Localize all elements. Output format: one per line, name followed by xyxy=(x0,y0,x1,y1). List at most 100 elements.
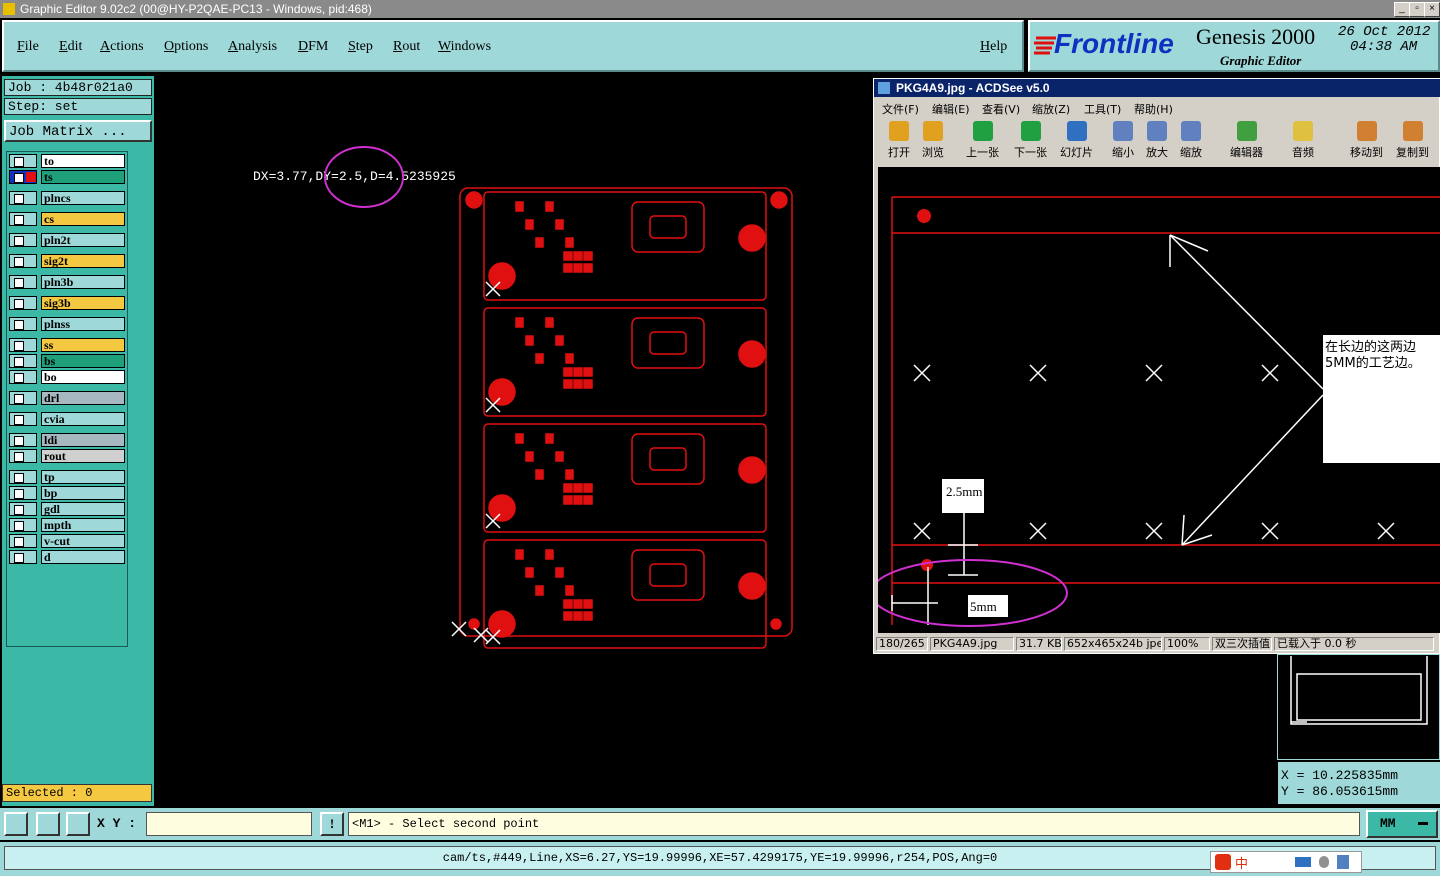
layer-name[interactable]: cvia xyxy=(41,412,125,426)
layer-name[interactable]: pln3b xyxy=(41,275,125,289)
layer-checkbox[interactable] xyxy=(9,154,37,168)
layer-row-to[interactable]: to xyxy=(9,154,125,168)
layer-row-sig2t[interactable]: sig2t xyxy=(9,254,125,268)
acdsee-tool-button[interactable]: 打开 xyxy=(888,121,910,160)
layer-name[interactable]: v-cut xyxy=(41,534,125,548)
sogou-icon[interactable] xyxy=(1215,854,1231,870)
acdsee-tool-button[interactable]: 复制到 xyxy=(1396,121,1429,160)
layer-row-plnss[interactable]: plnss xyxy=(9,317,125,331)
layer-checkbox[interactable] xyxy=(9,296,37,310)
layer-name[interactable]: to xyxy=(41,154,125,168)
acdsee-tool-button[interactable]: 幻灯片 xyxy=(1060,121,1093,160)
layer-name[interactable]: sig2t xyxy=(41,254,125,268)
layer-checkbox[interactable] xyxy=(9,470,37,484)
menu-edit[interactable]: Edit xyxy=(59,39,82,55)
info-button[interactable]: ! xyxy=(320,812,344,836)
layer-name[interactable]: gdl xyxy=(41,502,125,516)
layer-name[interactable]: mpth xyxy=(41,518,125,532)
layer-row-bs[interactable]: bs xyxy=(9,354,125,368)
acdsee-tool-button[interactable]: 音频 xyxy=(1292,121,1314,160)
minimize-button[interactable]: _ xyxy=(1394,2,1410,17)
layer-row-bp[interactable]: bp xyxy=(9,486,125,500)
layer-name[interactable]: plncs xyxy=(41,191,125,205)
acdsee-menu-item[interactable]: 缩放(Z) xyxy=(1032,101,1070,117)
keyboard-icon[interactable] xyxy=(1295,857,1311,867)
layer-checkbox[interactable] xyxy=(9,391,37,405)
menu-rout[interactable]: Rout xyxy=(393,39,420,55)
acdsee-menu-item[interactable]: 查看(V) xyxy=(982,101,1020,117)
layer-checkbox[interactable] xyxy=(9,191,37,205)
acdsee-menu-item[interactable]: 工具(T) xyxy=(1084,101,1121,117)
grid-button[interactable] xyxy=(66,812,90,836)
menu-step[interactable]: Step xyxy=(348,39,373,55)
acdsee-image-view[interactable]: 在长边的这两边 5MM的工艺边。 2.5mm 5mm xyxy=(878,167,1440,633)
menu-analysis[interactable]: Analysis xyxy=(228,39,277,55)
layer-row-d[interactable]: d xyxy=(9,550,125,564)
layer-checkbox[interactable] xyxy=(9,449,37,463)
layer-checkbox[interactable] xyxy=(9,518,37,532)
layer-row-v-cut[interactable]: v-cut xyxy=(9,534,125,548)
layer-name[interactable]: rout xyxy=(41,449,125,463)
layer-row-pln2t[interactable]: pln2t xyxy=(9,233,125,247)
layer-name[interactable]: d xyxy=(41,550,125,564)
acdsee-tool-button[interactable]: 浏览 xyxy=(922,121,944,160)
layer-row-ts[interactable]: ts xyxy=(9,170,125,184)
acdsee-tool-button[interactable]: 编辑器 xyxy=(1230,121,1263,160)
acdsee-menu-item[interactable]: 文件(F) xyxy=(882,101,919,117)
layer-checkbox[interactable] xyxy=(9,317,37,331)
layer-name[interactable]: plnss xyxy=(41,317,125,331)
layer-name[interactable]: bp xyxy=(41,486,125,500)
acdsee-tool-button[interactable]: 放大 xyxy=(1146,121,1168,160)
layer-checkbox[interactable] xyxy=(9,254,37,268)
zoom-area-button[interactable] xyxy=(4,812,28,836)
layer-checkbox[interactable] xyxy=(9,486,37,500)
layer-name[interactable]: ss xyxy=(41,338,125,352)
job-matrix-button[interactable]: Job Matrix ... xyxy=(4,120,152,142)
layer-name[interactable]: ts xyxy=(41,170,125,184)
layer-checkbox[interactable] xyxy=(9,212,37,226)
ime-mode-icon[interactable]: 中 xyxy=(1235,853,1248,872)
layer-checkbox[interactable] xyxy=(9,534,37,548)
menu-options[interactable]: Options xyxy=(164,39,208,55)
layer-row-cvia[interactable]: cvia xyxy=(9,412,125,426)
layer-row-bo[interactable]: bo xyxy=(9,370,125,384)
layer-checkbox[interactable] xyxy=(9,354,37,368)
acdsee-tool-button[interactable]: 缩放 xyxy=(1180,121,1202,160)
unit-selector[interactable]: MM xyxy=(1366,810,1438,838)
layer-checkbox[interactable] xyxy=(9,233,37,247)
layer-row-ldi[interactable]: ldi xyxy=(9,433,125,447)
xy-input[interactable] xyxy=(146,812,312,836)
layer-row-sig3b[interactable]: sig3b xyxy=(9,296,125,310)
menu-actions[interactable]: Actions xyxy=(100,39,144,55)
layer-name[interactable]: pln2t xyxy=(41,233,125,247)
acdsee-menu-item[interactable]: 帮助(H) xyxy=(1134,101,1173,117)
layer-checkbox[interactable] xyxy=(9,275,37,289)
menu-dfm[interactable]: DFM xyxy=(298,39,328,55)
acdsee-menu-item[interactable]: 编辑(E) xyxy=(932,101,970,117)
settings-icon[interactable] xyxy=(1337,855,1349,869)
ime-toolbar[interactable]: 中 xyxy=(1210,851,1362,873)
layer-row-cs[interactable]: cs xyxy=(9,212,125,226)
close-button[interactable]: × xyxy=(1424,2,1440,17)
menu-help[interactable]: Help xyxy=(980,39,1007,55)
measure-button[interactable] xyxy=(36,812,60,836)
user-icon[interactable] xyxy=(1319,856,1329,868)
acdsee-tool-button[interactable]: 下一张 xyxy=(1014,121,1047,160)
layer-row-drl[interactable]: drl xyxy=(9,391,125,405)
layer-row-tp[interactable]: tp xyxy=(9,470,125,484)
layer-name[interactable]: sig3b xyxy=(41,296,125,310)
layer-name[interactable]: cs xyxy=(41,212,125,226)
layer-row-ss[interactable]: ss xyxy=(9,338,125,352)
layer-checkbox[interactable] xyxy=(9,433,37,447)
layer-checkbox[interactable] xyxy=(9,170,37,184)
layer-checkbox[interactable] xyxy=(9,550,37,564)
layer-row-mpth[interactable]: mpth xyxy=(9,518,125,532)
layer-checkbox[interactable] xyxy=(9,338,37,352)
layer-row-rout[interactable]: rout xyxy=(9,449,125,463)
maximize-button[interactable]: ▫ xyxy=(1409,2,1425,17)
layer-checkbox[interactable] xyxy=(9,370,37,384)
layer-name[interactable]: bo xyxy=(41,370,125,384)
graphics-canvas[interactable] xyxy=(156,76,872,806)
layer-name[interactable]: ldi xyxy=(41,433,125,447)
layer-checkbox[interactable] xyxy=(9,412,37,426)
